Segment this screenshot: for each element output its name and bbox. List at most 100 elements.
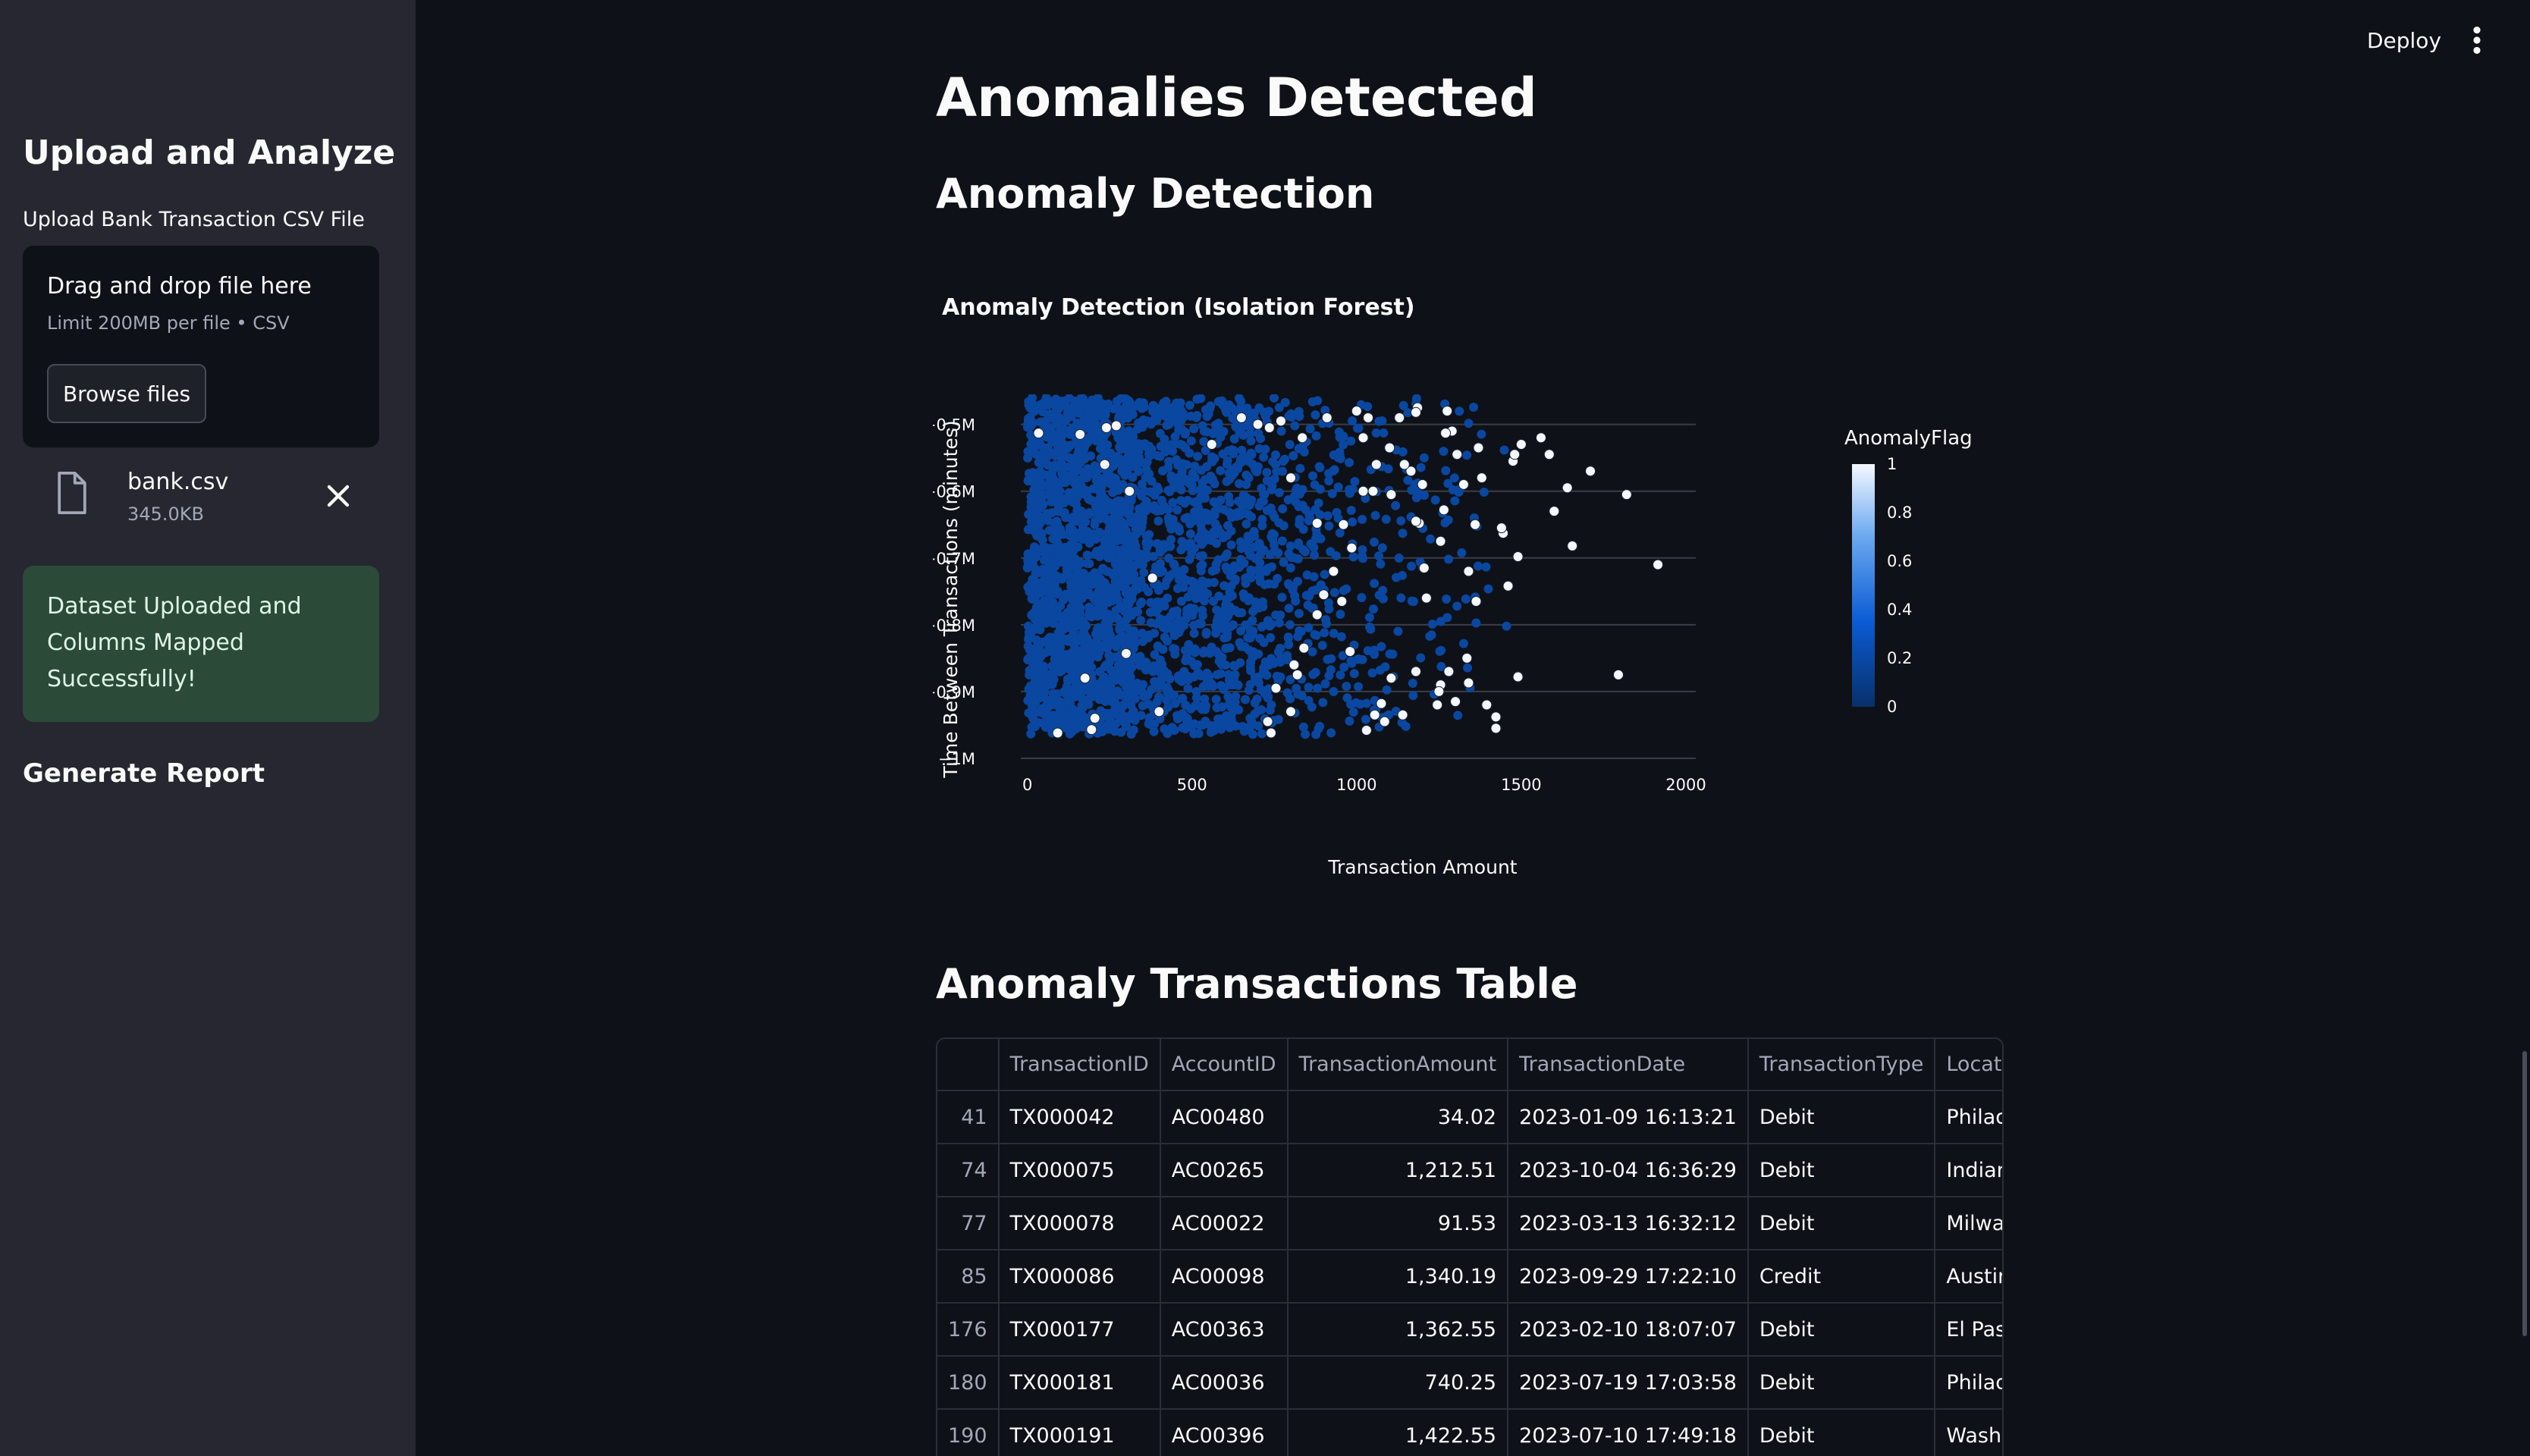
anomaly-point[interactable] (1358, 432, 1369, 444)
anomaly-point[interactable] (1432, 699, 1443, 711)
anomaly-point[interactable] (1262, 716, 1273, 727)
table-row[interactable]: 85 TX000086 AC00098 1,340.19 2023-09-29 17:2… (937, 1250, 2002, 1304)
anomaly-point[interactable] (1336, 596, 1348, 607)
anomaly-point[interactable] (1345, 646, 1356, 657)
anomaly-point[interactable] (1509, 449, 1521, 460)
anomaly-point[interactable] (1435, 535, 1446, 547)
anomaly-point[interactable] (1490, 711, 1502, 723)
column-header[interactable] (937, 1039, 1000, 1091)
anomaly-point[interactable] (1079, 673, 1091, 684)
anomaly-point[interactable] (1292, 669, 1303, 680)
anomaly-point[interactable] (1369, 709, 1380, 720)
anomaly-point[interactable] (1443, 666, 1455, 677)
anomaly-point[interactable] (1386, 673, 1397, 684)
anomaly-point[interactable] (1463, 566, 1474, 577)
anomaly-point[interactable] (1452, 449, 1463, 460)
anomaly-point[interactable] (1099, 459, 1110, 470)
anomaly-point[interactable] (1512, 671, 1524, 682)
anomaly-table[interactable]: TransactionID AccountID TransactionAmount T… (936, 1037, 2004, 1456)
anomaly-point[interactable] (1321, 412, 1332, 423)
anomaly-point[interactable] (1298, 642, 1310, 654)
anomaly-point[interactable] (1585, 466, 1596, 477)
anomaly-point[interactable] (1318, 589, 1329, 601)
anomaly-point[interactable] (1417, 479, 1428, 490)
anomaly-point[interactable] (1512, 551, 1524, 563)
table-row[interactable]: 176 TX000177 AC00363 1,362.55 2023-02-10 18:… (937, 1303, 2002, 1357)
close-icon[interactable] (323, 481, 353, 511)
anomaly-point[interactable] (1275, 416, 1286, 427)
anomaly-point[interactable] (1433, 686, 1445, 697)
anomaly-point[interactable] (1311, 517, 1323, 529)
table-row[interactable]: 74 TX000075 AC00265 1,212.51 2023-10-04 16:3… (937, 1144, 2002, 1197)
anomaly-point[interactable] (1052, 727, 1063, 739)
anomaly-point[interactable] (1358, 485, 1369, 497)
anomaly-point[interactable] (1562, 482, 1573, 494)
anomaly-point[interactable] (1450, 696, 1461, 708)
anomaly-point[interactable] (1285, 472, 1296, 484)
anomaly-point[interactable] (1270, 682, 1282, 694)
anomaly-point[interactable] (1410, 406, 1421, 418)
browse-files-button[interactable]: Browse files (47, 364, 206, 423)
anomaly-point[interactable] (1394, 412, 1405, 423)
anomaly-point[interactable] (1252, 419, 1263, 430)
file-dropzone[interactable]: Drag and drop file here Limit 200MB per … (23, 246, 379, 447)
table-row[interactable]: 180 TX000181 AC00036 740.25 2023-07-19 17:03… (937, 1356, 2002, 1410)
anomaly-point[interactable] (1549, 506, 1560, 517)
anomaly-point[interactable] (1206, 439, 1217, 450)
anomaly-point[interactable] (1379, 716, 1390, 727)
anomaly-point[interactable] (1110, 420, 1122, 431)
anomaly-point[interactable] (1120, 648, 1132, 659)
anomaly-point[interactable] (1265, 727, 1276, 739)
anomaly-point[interactable] (1502, 580, 1514, 592)
anomaly-point[interactable] (1235, 412, 1247, 423)
anomaly-point[interactable] (1384, 442, 1395, 453)
anomaly-point[interactable] (1285, 706, 1296, 717)
anomaly-point[interactable] (1653, 559, 1664, 570)
anomaly-point[interactable] (1481, 699, 1493, 711)
table-row[interactable]: 77 TX000078 AC00022 91.53 2023-03-13 16:32:1… (937, 1197, 2002, 1250)
anomaly-point[interactable] (1370, 459, 1382, 470)
anomaly-point[interactable] (1621, 489, 1632, 500)
column-header[interactable]: TransactionID (998, 1039, 1161, 1091)
anomaly-point[interactable] (1496, 522, 1507, 534)
anomaly-point[interactable] (1458, 479, 1469, 490)
column-header[interactable]: TransactionType (1747, 1039, 1936, 1091)
table-row[interactable]: 41 TX000042 AC00480 34.02 2023-01-09 16:13:2… (937, 1090, 2002, 1144)
anomaly-point[interactable] (1473, 442, 1484, 453)
anomaly-point[interactable] (1361, 725, 1372, 736)
anomaly-point[interactable] (1351, 406, 1362, 417)
anomaly-point[interactable] (1463, 677, 1474, 689)
anomaly-point[interactable] (1147, 573, 1158, 584)
anomaly-point[interactable] (1363, 412, 1374, 423)
column-header[interactable]: Location (1935, 1039, 2002, 1091)
anomaly-point[interactable] (1346, 542, 1358, 554)
anomaly-point[interactable] (1461, 652, 1473, 664)
anomaly-point[interactable] (1100, 422, 1112, 434)
anomaly-point[interactable] (1386, 489, 1397, 500)
anomaly-point[interactable] (1263, 422, 1275, 434)
anomaly-point[interactable] (1086, 724, 1097, 736)
anomaly-point[interactable] (1438, 504, 1449, 516)
column-header[interactable]: TransactionAmount (1287, 1039, 1509, 1091)
anomaly-point[interactable] (1089, 713, 1100, 724)
anomaly-point[interactable] (1476, 472, 1487, 484)
anomaly-point[interactable] (1338, 519, 1349, 530)
anomaly-point[interactable] (1075, 428, 1086, 440)
anomaly-point[interactable] (1289, 659, 1300, 670)
column-header[interactable]: TransactionDate (1508, 1039, 1749, 1091)
anomaly-point[interactable] (1543, 449, 1555, 460)
anomaly-point[interactable] (1515, 439, 1527, 450)
anomaly-point[interactable] (1567, 540, 1578, 551)
anomaly-point[interactable] (1535, 432, 1546, 444)
anomaly-point[interactable] (1410, 666, 1421, 677)
table-row[interactable]: 190 TX000191 AC00396 1,422.55 2023-07-10 17:… (937, 1409, 2002, 1456)
deploy-button[interactable]: Deploy (2359, 23, 2450, 58)
more-vertical-icon[interactable] (2468, 23, 2486, 58)
anomaly-point[interactable] (1033, 428, 1044, 439)
anomaly-point[interactable] (1418, 562, 1430, 573)
anomaly-point[interactable] (1398, 459, 1410, 470)
page-scrollbar[interactable] (2522, 1051, 2527, 1336)
anomaly-point[interactable] (1471, 596, 1482, 607)
anomaly-point[interactable] (1612, 669, 1624, 680)
anomaly-point[interactable] (1442, 406, 1453, 417)
